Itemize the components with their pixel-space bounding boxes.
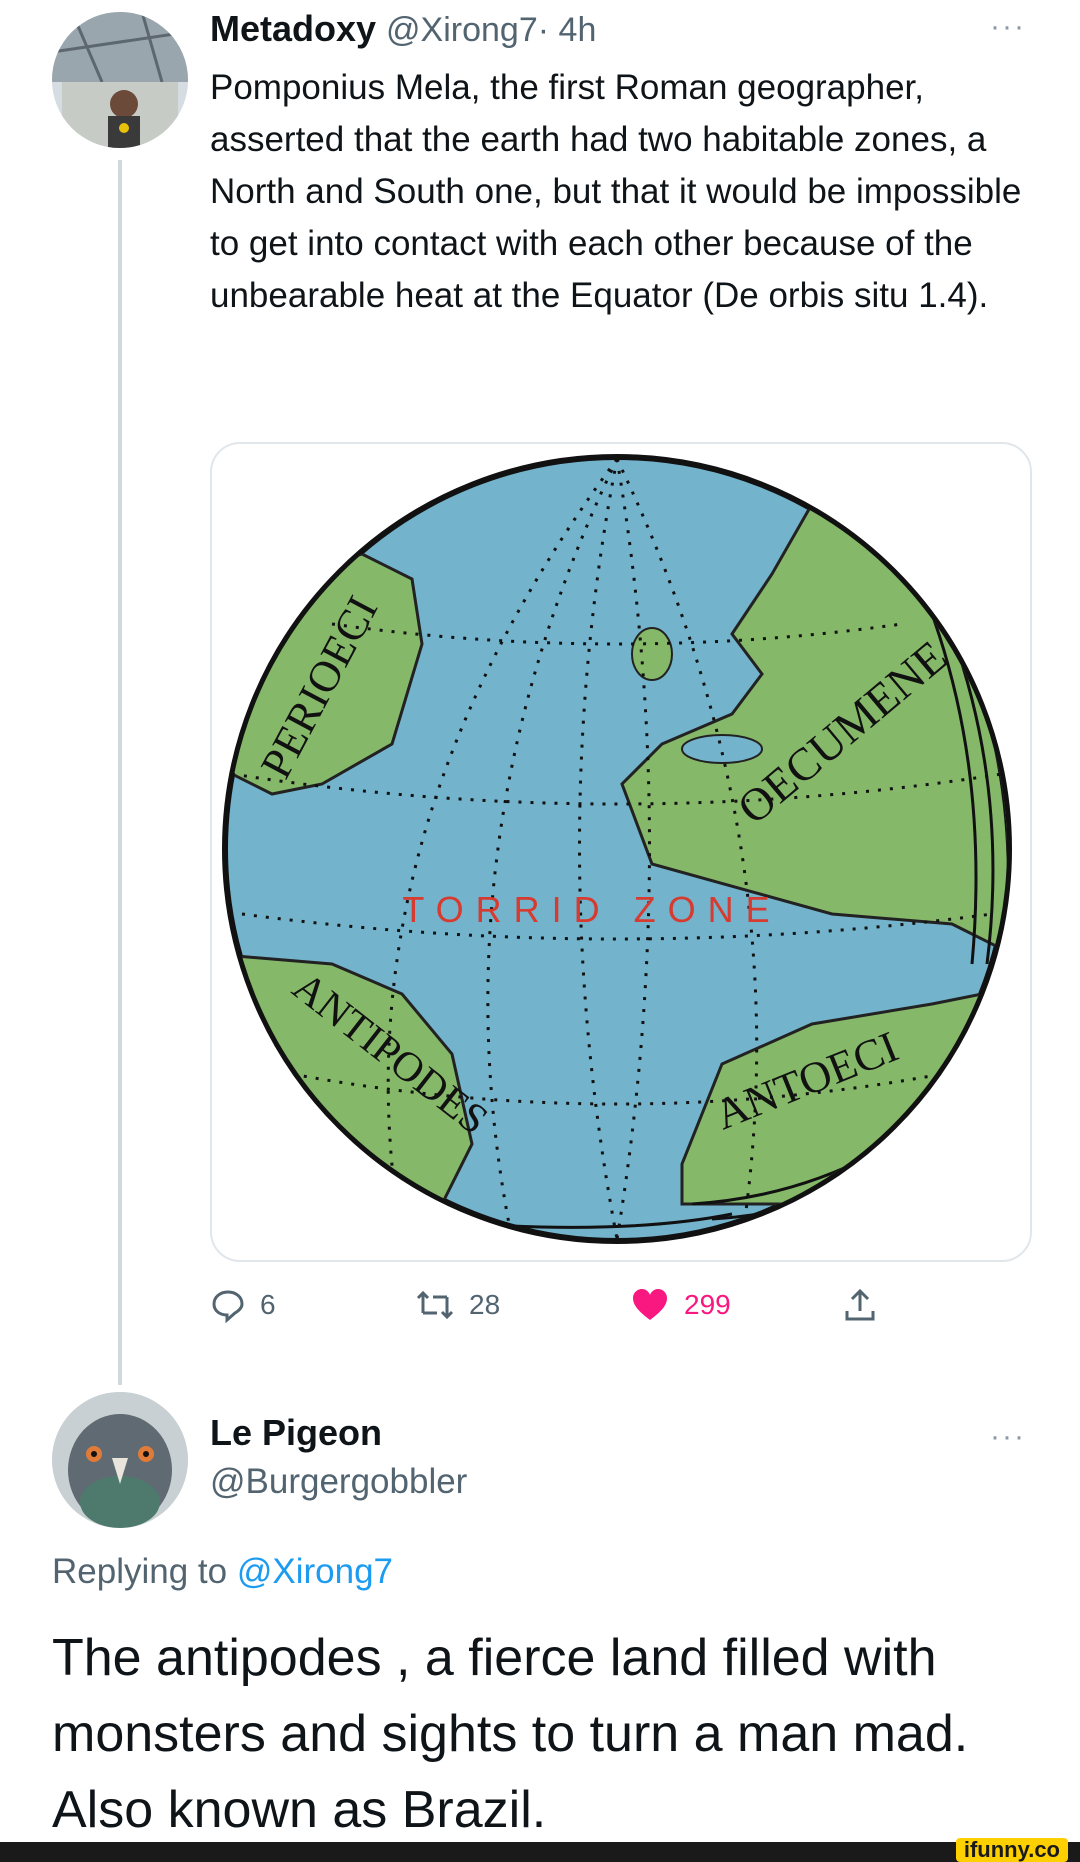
- handle[interactable]: @Xirong7: [386, 11, 538, 50]
- tweet2-display-name[interactable]: Le Pigeon: [210, 1412, 382, 1454]
- heart-icon: [633, 1289, 667, 1320]
- replying-to: Replying to @Xirong7: [52, 1552, 393, 1592]
- retweet-count: 28: [469, 1289, 501, 1320]
- reply-icon: [212, 1290, 244, 1323]
- avatar-image: [52, 1392, 188, 1528]
- tweet2-handle[interactable]: @Burgergobbler: [210, 1462, 467, 1502]
- share-button[interactable]: [842, 1285, 878, 1325]
- avatar-metadoxy[interactable]: [52, 12, 188, 148]
- watermark: ifunny.co: [955, 1838, 1068, 1862]
- display-name[interactable]: Metadoxy: [210, 8, 376, 50]
- tweet-media[interactable]: PERIOECI OECUMENE TORRID ZONE ANTIPODES …: [210, 442, 1032, 1262]
- thread-line: [118, 160, 122, 1385]
- more-options-icon[interactable]: ···: [990, 10, 1026, 44]
- globe-illustration: PERIOECI OECUMENE TORRID ZONE ANTIPODES …: [222, 454, 1012, 1244]
- bottom-bar: [0, 1842, 1080, 1862]
- like-count: 299: [684, 1289, 731, 1320]
- avatar-image: [52, 12, 188, 148]
- replying-to-prefix: Replying to: [52, 1552, 237, 1591]
- timestamp[interactable]: · 4h: [538, 11, 597, 50]
- reply-button[interactable]: 6: [210, 1285, 276, 1325]
- avatar-le-pigeon[interactable]: [52, 1392, 188, 1528]
- retweet-button[interactable]: 28: [415, 1285, 500, 1325]
- tweet-text: Pomponius Mela, the first Roman geograph…: [210, 68, 1022, 315]
- retweet-icon: [416, 1290, 454, 1320]
- more-options-icon[interactable]: ···: [990, 1420, 1026, 1454]
- tweet1-header: Metadoxy @Xirong7 · 4h: [210, 8, 596, 56]
- like-button[interactable]: 299: [630, 1285, 731, 1325]
- share-icon: [845, 1288, 875, 1321]
- label-torrid-zone: TORRID ZONE: [402, 889, 781, 930]
- reply-text: The antipodes , a fierce land filled wit…: [52, 1629, 969, 1839]
- reply-count: 6: [260, 1289, 276, 1320]
- replying-to-link[interactable]: @Xirong7: [237, 1552, 393, 1591]
